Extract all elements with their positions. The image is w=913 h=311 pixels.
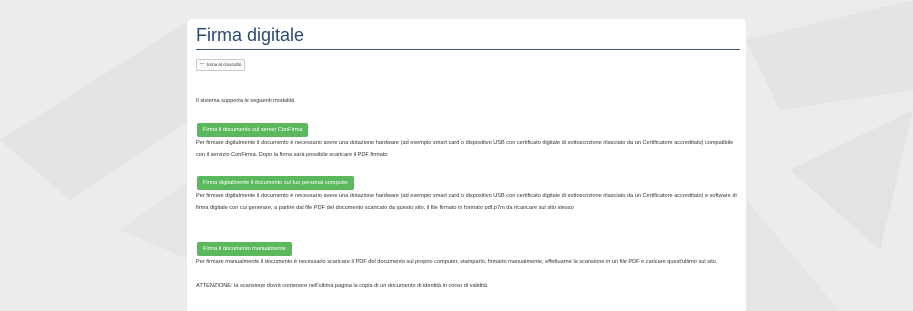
page-title: Firma digitale <box>196 25 305 45</box>
title-divider <box>196 49 740 50</box>
back-button-label: torna al cruscotto <box>206 62 242 67</box>
main-card: Firma digitale 🠀 torna al cruscotto Il s… <box>187 19 746 311</box>
sign-manually-button[interactable]: Firma il documento manualmente <box>197 242 293 256</box>
sign-on-pc-description: Per firmare digitalmente il documento è … <box>196 193 737 211</box>
intro-text: Il sistema supporta le seguenti modalità <box>196 98 295 104</box>
back-to-dashboard-button[interactable]: 🠀 torna al cruscotto <box>196 59 246 71</box>
sign-on-server-button[interactable]: Firma il documento sul server ConFirma <box>197 123 309 137</box>
scan-warning-text: ATTENZIONE: la scansione dovrà contenere… <box>196 283 488 289</box>
sign-on-pc-button[interactable]: Firma digitalmente il documento sul tuo … <box>197 176 355 190</box>
sign-on-server-description: Per firmare digitalmente il documento è … <box>196 140 734 158</box>
sign-manually-description: Per firmare manualmente il documento è n… <box>196 259 718 265</box>
arrow-left-icon: 🠀 <box>200 62 205 68</box>
